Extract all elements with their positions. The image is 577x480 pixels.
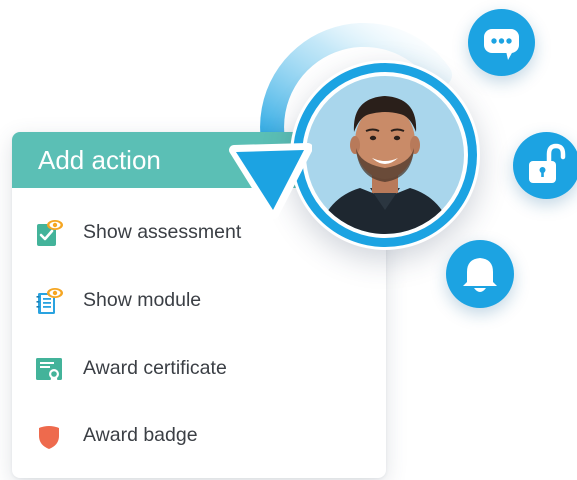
chat-button[interactable]: [468, 9, 535, 76]
badge-shield-icon: [39, 426, 59, 449]
menu-item-label: Show assessment: [83, 221, 242, 243]
user-avatar: [290, 60, 480, 250]
chat-icon: [484, 29, 519, 60]
stage: Add action Show assessment Show module A…: [0, 0, 577, 480]
avatar-portrait: [293, 63, 477, 247]
menu-item-label: Award certificate: [83, 357, 227, 379]
notifications-button[interactable]: [446, 240, 514, 308]
menu-item-award-certificate[interactable]: Award certificate: [12, 340, 386, 396]
certificate-icon: [36, 358, 62, 384]
card-title: Add action: [38, 145, 161, 175]
module-eye-icon: [36, 288, 63, 314]
bell-icon: [463, 258, 497, 292]
unlock-icon: [529, 143, 566, 183]
menu-item-label: Award badge: [83, 424, 198, 446]
menu-item-label: Show module: [83, 289, 202, 311]
unlock-button[interactable]: [513, 132, 577, 199]
menu-item-show-module[interactable]: Show module: [12, 272, 386, 328]
cursor-pointer-icon: [229, 143, 312, 219]
assessment-eye-icon: [37, 220, 63, 246]
menu-item-award-badge[interactable]: Award badge: [12, 407, 386, 463]
